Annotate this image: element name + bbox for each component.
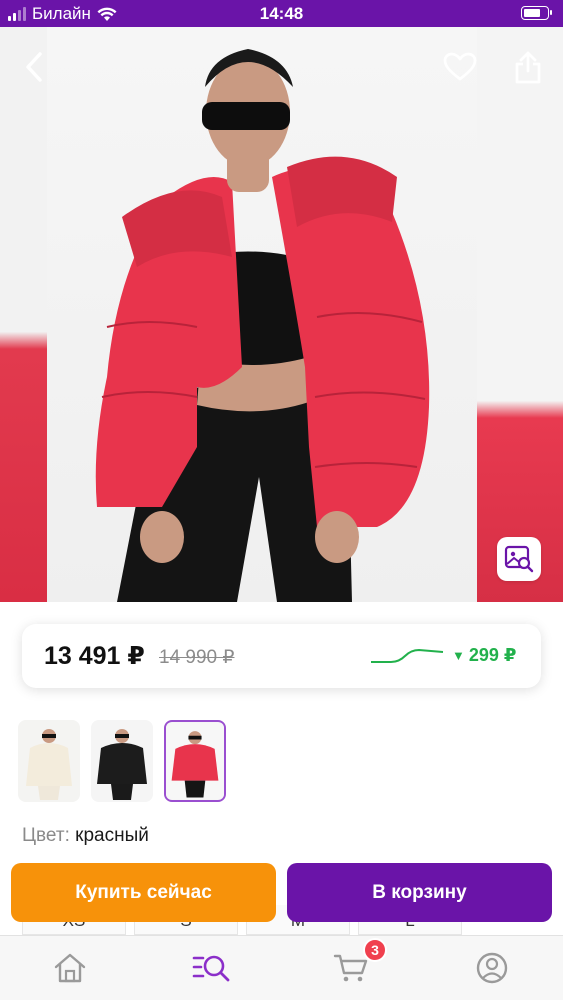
- chevron-left-icon: [26, 52, 42, 82]
- price-drop-value: 299 ₽: [468, 645, 517, 665]
- prev-photo-peek[interactable]: [0, 27, 47, 602]
- favorite-button[interactable]: [440, 47, 480, 87]
- price-trend-icon: [371, 648, 444, 663]
- triangle-down-icon: ▼: [452, 648, 465, 663]
- product-photo[interactable]: [47, 27, 477, 602]
- color-label: Цвет:: [22, 825, 70, 846]
- buy-now-button[interactable]: Купить сейчас: [11, 863, 276, 922]
- product-photo-illustration: [95, 49, 430, 602]
- cart-icon: [333, 954, 368, 982]
- jacket-white-image: [18, 720, 80, 802]
- home-icon: [54, 953, 86, 983]
- product-gallery[interactable]: [0, 27, 563, 602]
- thumbnail-black[interactable]: [91, 720, 153, 802]
- battery-icon: [521, 6, 552, 20]
- thumbnail-red-selected[interactable]: [164, 720, 226, 802]
- status-time: 14:48: [259, 4, 304, 23]
- catalog-search-icon: [192, 955, 230, 982]
- profile-icon: [476, 952, 508, 984]
- share-button[interactable]: [508, 47, 548, 87]
- price-drop: ▼ 299 ₽: [452, 645, 516, 666]
- image-search-icon: [504, 545, 534, 573]
- tab-catalog[interactable]: [191, 950, 231, 986]
- status-bar: Билайн 14:48: [0, 0, 563, 27]
- jacket-red-image: [166, 722, 224, 800]
- current-price: 13 491 ₽: [44, 642, 145, 670]
- tab-home[interactable]: [50, 950, 90, 986]
- next-photo-peek[interactable]: [477, 27, 563, 602]
- share-icon: [515, 51, 541, 84]
- add-to-cart-button[interactable]: В корзину: [287, 863, 552, 922]
- photo-search-button[interactable]: [497, 537, 541, 581]
- back-button[interactable]: [14, 47, 54, 87]
- color-value: красный: [75, 825, 149, 846]
- tab-profile[interactable]: [472, 950, 512, 986]
- tab-bar: [0, 935, 563, 1000]
- color-thumbnails: [18, 720, 226, 802]
- price-card[interactable]: 13 491 ₽ 14 990 ₽ ▼ 299 ₽: [22, 624, 541, 688]
- color-info: Цвет: красный: [22, 825, 149, 847]
- old-price: 14 990 ₽: [159, 647, 235, 668]
- heart-outline-icon: [443, 52, 477, 81]
- cart-count-badge: 3: [363, 938, 387, 962]
- thumbnail-white[interactable]: [18, 720, 80, 802]
- jacket-black-image: [91, 720, 153, 802]
